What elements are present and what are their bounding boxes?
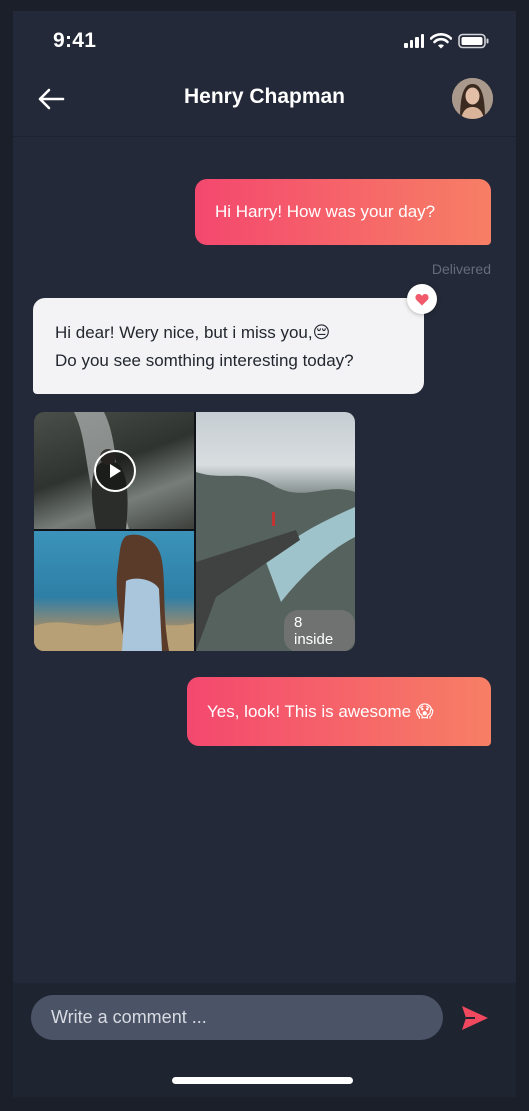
message-line: Do you see somthing interesting today? — [55, 351, 354, 370]
status-icons — [404, 31, 490, 51]
home-indicator — [172, 1077, 353, 1084]
chat-header: Henry Chapman — [13, 73, 516, 137]
play-icon — [110, 464, 121, 478]
contact-avatar[interactable] — [452, 78, 493, 119]
battery-icon — [458, 33, 489, 49]
message-composer — [13, 983, 516, 1097]
incoming-message[interactable]: Hi dear! Wery nice, but i miss you,😔 Do … — [33, 298, 424, 394]
photo-waterfall[interactable] — [34, 412, 194, 529]
photo-beach[interactable] — [34, 531, 194, 651]
message-text: Yes, look! This is awesome 😱 — [207, 701, 434, 721]
message-line: Hi dear! Wery nice, but i miss you,😔 — [55, 323, 331, 342]
wifi-icon — [430, 33, 452, 49]
contact-name: Henry Chapman — [183, 85, 346, 108]
chat-screen: 9:41 Henry Chapman Hi Harry! How was you… — [13, 11, 516, 1097]
photo-cliff[interactable]: 8 inside — [196, 412, 355, 651]
status-bar: 9:41 — [13, 11, 516, 71]
play-video-button[interactable] — [94, 450, 136, 492]
outgoing-message[interactable]: Yes, look! This is awesome 😱 — [187, 677, 491, 746]
heart-icon — [415, 293, 429, 305]
message-text: Hi Harry! How was your day? — [215, 202, 436, 221]
send-icon[interactable] — [461, 1005, 489, 1031]
status-time: 9:41 — [53, 29, 97, 52]
delivered-status: Delivered — [431, 261, 491, 277]
media-gallery[interactable]: 8 inside — [34, 412, 355, 651]
outgoing-message[interactable]: Hi Harry! How was your day? — [195, 179, 491, 245]
media-count-badge[interactable]: 8 inside — [284, 610, 355, 651]
heart-reaction-button[interactable] — [407, 284, 437, 314]
comment-input[interactable] — [31, 995, 443, 1040]
signal-icon — [404, 34, 424, 48]
